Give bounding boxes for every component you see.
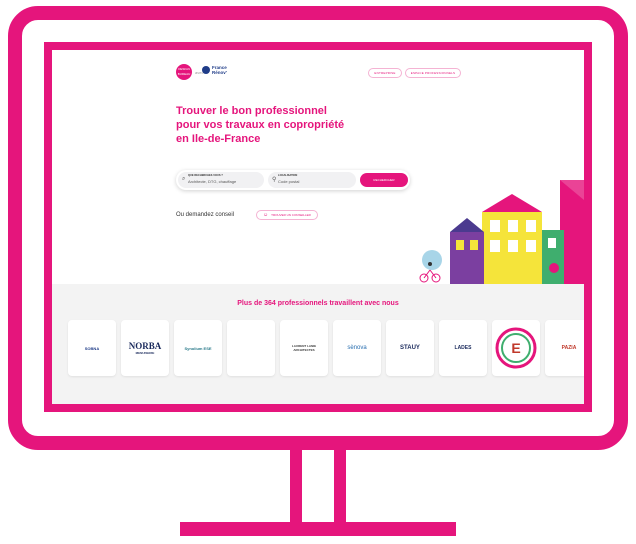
website-page: DESIGN BUREAU avec France Rénov' ENTREPR… (52, 50, 584, 404)
pro-space-button[interactable]: ESPACE PROFESSIONNELS (405, 68, 461, 78)
partner-logo-synolium[interactable]: Synolium ESE (174, 320, 222, 376)
partner-logo-text: SOBNA (84, 345, 100, 351)
partner-logo-text: NORBA (128, 341, 162, 351)
title-line-1: Trouver le bon professionnel (176, 105, 327, 117)
find-advisor-button[interactable]: ☺ TROUVER UN CONSEILLER (256, 210, 318, 220)
partner-logo-subtext: MENUISERIE (135, 351, 155, 355)
title-line-3: en Ile-de-France (176, 133, 261, 145)
location-pin-icon: ⚲ (272, 177, 277, 183)
companies-button[interactable]: ENTREPRISE (368, 68, 402, 78)
partner-logo-senova[interactable]: sènova (333, 320, 381, 376)
monitor-stand (180, 522, 456, 536)
partner-logo-subtext: ARCHITECTES (293, 348, 315, 352)
monitor-screen: DESIGN BUREAU avec France Rénov' ENTREPR… (44, 42, 592, 412)
partner-logo-norba[interactable]: NORBA MENUISERIE (121, 320, 169, 376)
site-header: DESIGN BUREAU avec France Rénov' ENTREPR… (52, 50, 584, 90)
partner-logo-sobna[interactable]: SOBNA (68, 320, 116, 376)
professionals-title: Plus de 364 professionnels travaillent a… (237, 300, 399, 307)
partner-logo-e-seal[interactable]: E (492, 320, 540, 376)
what-placeholder: Architecte, DTG, chauffage (188, 179, 237, 184)
partner-logo-text: PAZIA (561, 345, 577, 351)
tree-icon (422, 250, 442, 270)
partner-logo-architect[interactable]: LAURENT LANIE ARCHITECTES (280, 320, 328, 376)
partner-logo-text: E (511, 340, 521, 356)
france-renov-line-2: Rénov' (212, 70, 227, 75)
monitor-neck (290, 440, 346, 524)
france-renov-mark-icon (202, 66, 210, 74)
partner-logo-text: LADES (454, 345, 472, 351)
partner-logo-pazia[interactable]: PAZIA (545, 320, 584, 376)
partner-logo-text: sènova (347, 345, 367, 351)
title-line-2: pour vos travaux en copropriété (176, 119, 345, 131)
what-field[interactable]: ⌕ QUE RECHERCHEZ-VOUS ? Architecte, DTG,… (178, 172, 264, 188)
location-label: LOCALISATION (278, 174, 298, 177)
buildings-illustration (419, 180, 584, 284)
france-renov-logo[interactable]: France Rénov' (202, 64, 232, 80)
location-field[interactable]: ⚲ LOCALISATION Code postal (268, 172, 356, 188)
page-title: Trouver le bon professionnel pour vos tr… (176, 104, 376, 146)
search-icon: ⌕ (182, 176, 186, 182)
monitor-frame: DESIGN BUREAU avec France Rénov' ENTREPR… (8, 6, 628, 450)
partner-logo-stauy[interactable]: STAUY (386, 320, 434, 376)
partner-logos-carousel: SOBNA NORBA MENUISERIE Synolium ESE LAUR… (68, 320, 584, 378)
partner-logo-generic[interactable] (227, 320, 275, 376)
location-placeholder: Code postal (278, 179, 300, 184)
advice-text: Ou demandez conseil (176, 212, 235, 218)
find-advisor-label: TROUVER UN CONSEILLER (271, 213, 311, 217)
what-label: QUE RECHERCHEZ-VOUS ? (188, 174, 223, 177)
brand-logo[interactable]: DESIGN BUREAU (176, 64, 192, 80)
person-icon: ☺ (263, 212, 269, 218)
purple-building (450, 232, 484, 284)
partner-logo-lades[interactable]: LADES (439, 320, 487, 376)
brand-logo-line-2: BUREAU (177, 72, 191, 76)
partner-logo-text: STAUY (400, 345, 420, 351)
partner-logo-text: Synolium ESE (184, 345, 212, 351)
